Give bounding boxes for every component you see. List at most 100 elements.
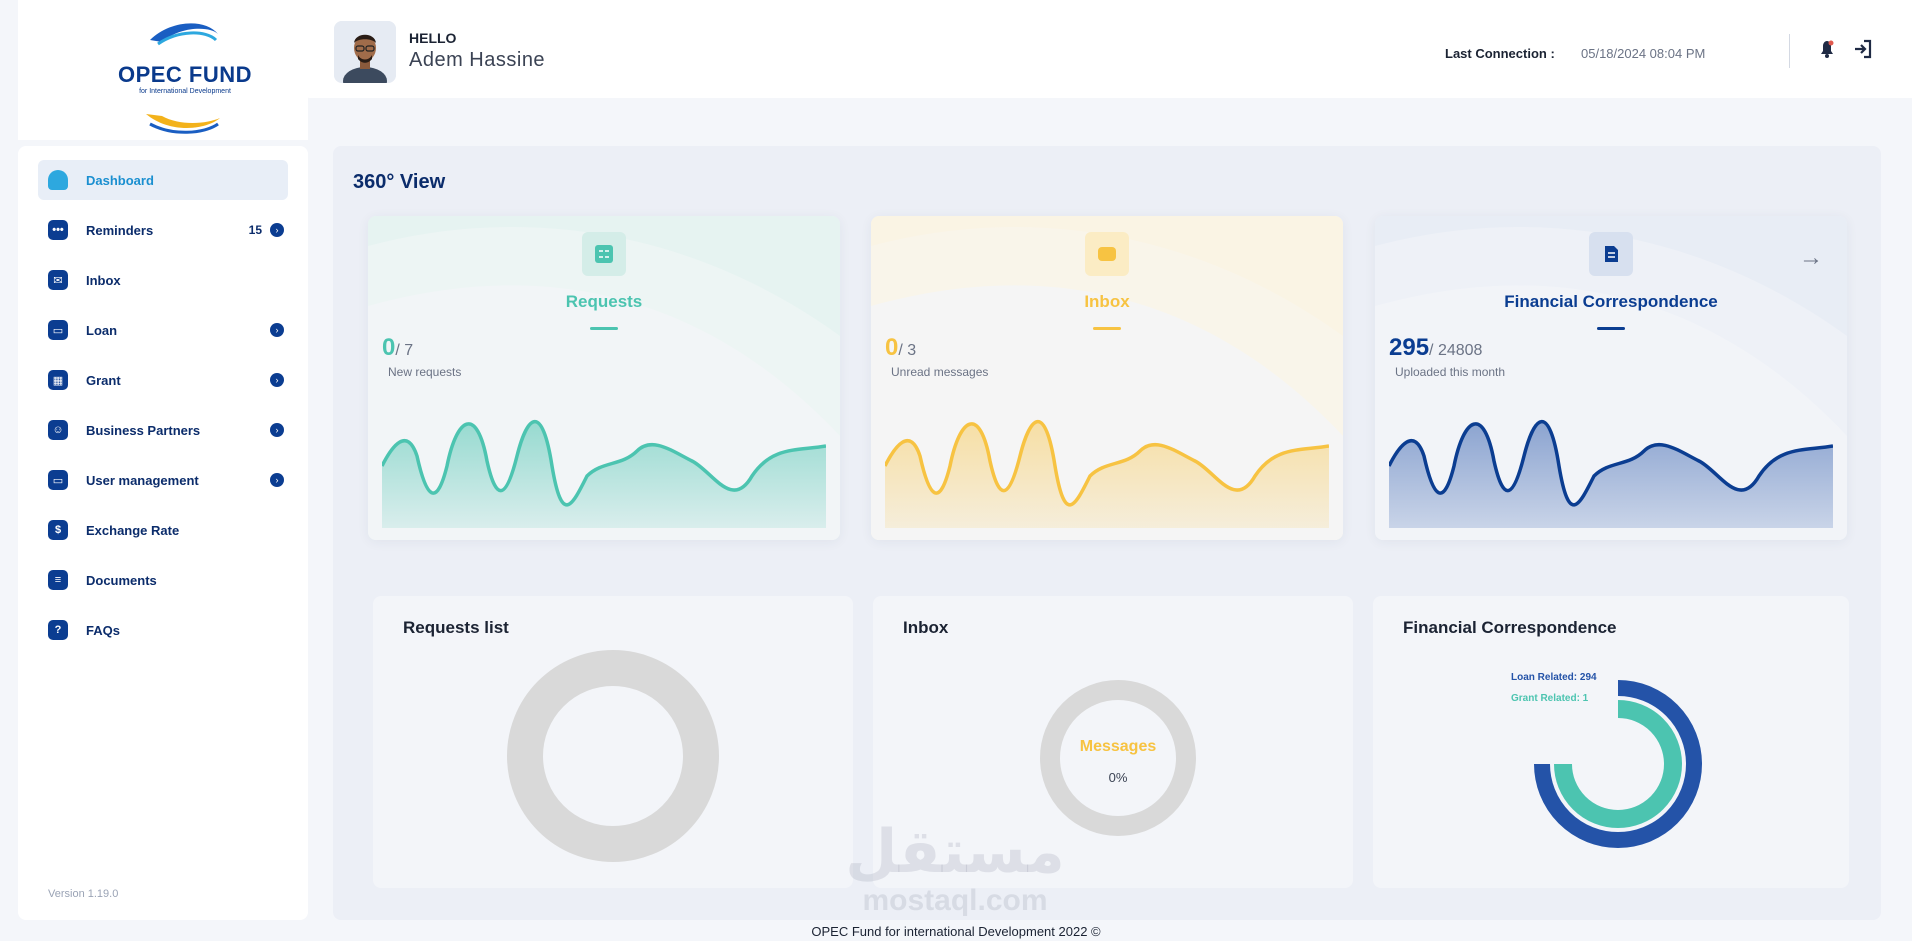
chevron-right-icon[interactable]: › (270, 423, 284, 437)
logo-area: OPEC FUND for International Development (18, 0, 308, 140)
financial-trend-wave (1389, 419, 1833, 528)
main-panel: 360° View Requests 0/ 7 New requests Inb… (333, 146, 1881, 920)
stat-title: Requests (565, 292, 643, 311)
requests-stat-card[interactable]: Requests 0/ 7 New requests (368, 216, 840, 540)
mail-icon: ✉ (48, 270, 68, 290)
footer-copyright: OPEC Fund for international Development … (811, 924, 1101, 939)
stat-total: / 7 (395, 342, 414, 359)
sidebar-item-inbox[interactable]: ✉ Inbox (38, 260, 288, 300)
logo-title: OPEC FUND (117, 62, 253, 87)
stat-value: 0/ 7 (382, 334, 413, 362)
chevron-right-icon[interactable]: › (270, 473, 284, 487)
stat-current: 0 (885, 334, 899, 361)
stat-description: New requests (388, 365, 462, 379)
chevron-right-icon[interactable]: › (270, 323, 284, 337)
logout-button[interactable] (1852, 38, 1874, 60)
sidebar-item-label: Exchange Rate (86, 522, 180, 538)
stat-title: Inbox (1084, 292, 1130, 311)
watermark-latin: mostaql.com (862, 884, 1048, 917)
requests-list-card: Requests list (373, 596, 853, 888)
sidebar-item-label: Loan (86, 322, 118, 338)
home-icon (48, 170, 68, 190)
calendar-icon: ▦ (48, 370, 68, 390)
exchange-icon: $ (48, 520, 68, 540)
stat-total: / 24808 (1429, 342, 1483, 359)
sidebar-item-label: Dashboard (86, 172, 154, 188)
watermark: مستقل mostaql.com (840, 820, 1070, 918)
sidebar-item-label: Business Partners (86, 422, 201, 438)
donut-center-label: Messages (1079, 738, 1157, 755)
user-name: Adem Hassine (409, 49, 546, 71)
stat-value: 0/ 3 (885, 334, 916, 362)
last-connection-value: 05/18/2024 08:04 PM (1581, 46, 1706, 61)
notification-bell-button[interactable] (1816, 38, 1838, 60)
sidebar-item-exchange-rate[interactable]: $ Exchange Rate (38, 510, 288, 550)
inbox-stat-card[interactable]: Inbox 0/ 3 Unread messages (871, 216, 1343, 540)
sidebar-item-label: Inbox (86, 272, 121, 288)
greeting: HELLO (409, 30, 457, 46)
message-icon (1085, 232, 1129, 276)
stat-value: 295/ 24808 (1389, 334, 1482, 362)
card-title: Financial Correspondence (1403, 618, 1617, 637)
logo-tagline: for International Development (139, 88, 231, 95)
users-icon: ☺ (48, 420, 68, 440)
bell-icon (1821, 40, 1834, 58)
sidebar-item-label: Reminders (86, 222, 154, 238)
title-underline (1093, 327, 1121, 330)
stat-total: / 3 (898, 342, 917, 359)
title-underline (1597, 327, 1625, 330)
chevron-right-icon[interactable]: › (270, 223, 284, 237)
version-label: Version 1.19.0 (48, 888, 119, 900)
top-header: HELLO Adem Hassine Last Connection : 05/… (304, 0, 1912, 98)
card-title: Requests list (403, 618, 509, 637)
chevron-right-icon[interactable]: › (270, 373, 284, 387)
stat-current: 0 (382, 334, 396, 361)
sidebar-item-reminders[interactable]: ••• Reminders 15 › (38, 210, 288, 250)
ring-grant-related (1554, 700, 1682, 828)
sidebar-item-user-management[interactable]: ▭ User management › (38, 460, 288, 500)
sidebar-item-loan[interactable]: ▭ Loan › (38, 310, 288, 350)
sidebar-item-business-partners[interactable]: ☺ Business Partners › (38, 410, 288, 450)
financial-stat-card[interactable]: → Financial Correspondence 295/ 24808 Up… (1375, 216, 1847, 540)
donut-empty-ring (1040, 680, 1196, 836)
inbox-trend-wave (885, 419, 1329, 528)
sidebar: Dashboard ••• Reminders 15 › ✉ Inbox ▭ L… (18, 146, 308, 920)
avatar[interactable] (334, 21, 396, 83)
document-icon (1589, 232, 1633, 276)
sidebar-item-label: User management (86, 472, 199, 488)
legend-loan-related: Loan Related: 294 (1511, 672, 1597, 683)
requests-donut-chart (507, 650, 719, 862)
title-underline (590, 327, 618, 330)
sidebar-item-documents[interactable]: ≡ Documents (38, 560, 288, 600)
last-connection-label: Last Connection : (1445, 46, 1555, 61)
arrow-right-icon[interactable]: → (1799, 244, 1823, 272)
sidebar-item-dashboard[interactable]: Dashboard (38, 160, 288, 200)
requests-trend-wave (382, 419, 826, 528)
sidebar-item-faqs[interactable]: ? FAQs (38, 610, 288, 650)
question-icon: ? (48, 620, 68, 640)
page-title: 360° View (353, 171, 446, 193)
reminders-count-badge: 15 (248, 223, 262, 237)
sidebar-item-label: Grant (86, 372, 121, 388)
header-divider (1789, 34, 1790, 68)
stat-description: Unread messages (891, 365, 989, 379)
sidebar-item-grant[interactable]: ▦ Grant › (38, 360, 288, 400)
watermark-arabic: مستقل (845, 818, 1065, 885)
stat-current: 295 (1389, 334, 1430, 361)
document-icon: ≡ (48, 570, 68, 590)
checklist-icon (582, 232, 626, 276)
financial-chart-card: Financial Correspondence Loan Related: 2… (1373, 596, 1849, 888)
card-title: Inbox (903, 618, 949, 637)
wallet-icon: ▭ (48, 320, 68, 340)
sidebar-item-label: Documents (86, 572, 157, 588)
donut-center-value: 0% (1108, 770, 1128, 785)
logout-icon (1855, 39, 1872, 59)
sidebar-item-label: FAQs (86, 622, 120, 638)
wallet-icon: ▭ (48, 470, 68, 490)
donut-empty-ring (507, 650, 719, 862)
stat-description: Uploaded this month (1395, 365, 1506, 379)
stat-title: Financial Correspondence (1504, 292, 1718, 311)
opec-logo[interactable]: OPEC FUND for International Development (110, 12, 260, 137)
user-avatar-icon (334, 21, 396, 83)
chat-icon: ••• (48, 220, 68, 240)
